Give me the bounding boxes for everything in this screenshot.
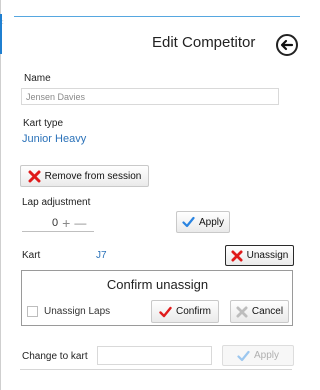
- kart-label: Kart: [22, 250, 41, 261]
- apply-lap-label: Apply: [198, 216, 224, 228]
- cancel-button[interactable]: Cancel: [230, 300, 289, 323]
- kart-type-label: Kart type: [23, 118, 64, 129]
- checkmark-icon: [159, 306, 172, 317]
- change-to-kart-input[interactable]: [97, 346, 212, 365]
- unassign-button[interactable]: Unassign: [225, 245, 294, 266]
- lap-adjustment-value[interactable]: 0: [52, 217, 58, 229]
- checkmark-icon: [182, 216, 195, 228]
- change-to-kart-label: Change to kart: [22, 351, 88, 362]
- arrow-left-icon: [280, 39, 294, 51]
- cancel-label: Cancel: [251, 306, 284, 317]
- back-button[interactable]: [276, 34, 298, 56]
- window-grip-dots[interactable]: :: [2, 20, 4, 26]
- unassign-label: Unassign: [246, 250, 289, 261]
- remove-from-session-label: Remove from session: [44, 170, 142, 182]
- kart-type-value: Junior Heavy: [22, 133, 87, 145]
- unassign-laps-checkbox[interactable]: [27, 306, 38, 317]
- lap-adjustment-label: Lap adjustment: [22, 197, 91, 208]
- unassign-laps-label: Unassign Laps: [44, 306, 111, 317]
- kart-value: J7: [96, 250, 107, 261]
- confirm-unassign-title: Confirm unassign: [106, 277, 209, 292]
- window-left-edge: [0, 0, 1, 390]
- apply-change-kart-label: Apply: [253, 350, 279, 361]
- minus-icon[interactable]: —: [74, 216, 86, 230]
- unassign-laps-checkbox-row[interactable]: Unassign Laps: [27, 306, 110, 317]
- confirm-button[interactable]: Confirm: [151, 300, 219, 323]
- x-icon: [236, 305, 248, 318]
- lap-adjustment-stepper[interactable]: 0 + —: [52, 215, 86, 231]
- stepper-underline: [22, 231, 94, 232]
- plus-icon[interactable]: +: [62, 215, 70, 231]
- page-title: Edit Competitor: [152, 34, 256, 51]
- remove-from-session-button[interactable]: Remove from session: [20, 165, 149, 187]
- apply-change-kart-button[interactable]: Apply: [222, 345, 294, 366]
- bottom-divider: [20, 369, 292, 370]
- name-label: Name: [24, 73, 51, 84]
- x-icon: [28, 170, 41, 182]
- apply-lap-adjustment-button[interactable]: Apply: [176, 211, 230, 233]
- name-field[interactable]: Jensen Davies: [21, 88, 279, 105]
- x-icon: [231, 249, 243, 262]
- checkmark-icon: [237, 350, 250, 361]
- top-divider: [14, 16, 300, 17]
- confirm-label: Confirm: [175, 306, 211, 317]
- edit-competitor-panel: : Edit Competitor Name Jensen Davies Kar…: [0, 0, 300, 390]
